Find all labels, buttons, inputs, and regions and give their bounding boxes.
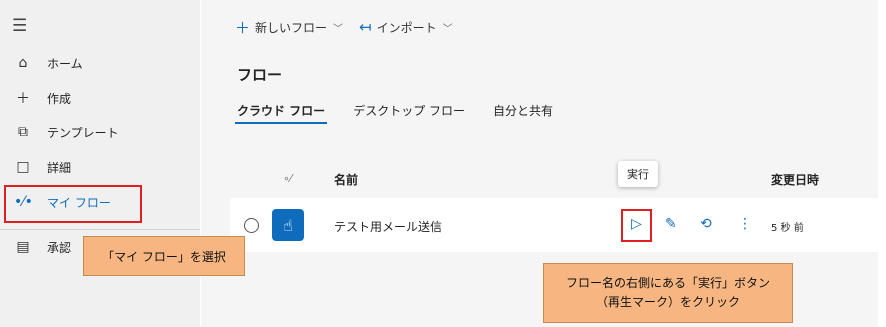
- more-options-icon[interactable]: ⋮: [738, 216, 752, 232]
- clipboard-icon: ▤: [16, 239, 30, 255]
- run-button-highlight-box: [621, 209, 652, 242]
- share-icon[interactable]: ⟲: [700, 216, 712, 232]
- sidebar-item-home[interactable]: ⌂ ホーム: [0, 46, 200, 80]
- sidebar-item-label: テンプレート: [47, 125, 119, 140]
- sidebar-item-label: 作成: [47, 91, 72, 106]
- tab-cloud-flows[interactable]: クラウド フロー: [235, 102, 328, 126]
- tab-shared-with-me[interactable]: 自分と共有: [491, 102, 555, 126]
- edit-icon[interactable]: ✎: [665, 216, 677, 232]
- modified-time: 5 秒 前: [771, 223, 804, 234]
- my-flows-highlight-box: [4, 185, 142, 223]
- row-select-radio[interactable]: [244, 218, 259, 233]
- book-icon: □: [16, 159, 30, 175]
- sidebar-item-create[interactable]: ＋ 作成: [0, 81, 200, 115]
- callout-text-line2: （再生マーク）をクリック: [595, 295, 740, 309]
- run-tooltip: 実行: [618, 161, 658, 187]
- column-header-name[interactable]: 名前: [334, 171, 358, 188]
- flow-name-link[interactable]: テスト用メール送信: [334, 218, 442, 235]
- page-title: フロー: [237, 66, 283, 84]
- table-row[interactable]: ☝ テスト用メール送信 ▷ ✎ ⟲ ⋮ 5 秒 前: [230, 198, 878, 252]
- callout-select-my-flows: 「マイ フロー」を選択: [83, 236, 245, 276]
- sidebar-item-label: ホーム: [47, 56, 83, 71]
- new-flow-label: 新しいフロー: [255, 20, 328, 35]
- manual-trigger-icon: ☝: [272, 209, 304, 241]
- sidebar-item-label: 承認: [47, 240, 72, 255]
- new-flow-button[interactable]: ＋ 新しいフロー ﹀: [235, 17, 343, 37]
- import-icon: ↤: [359, 18, 372, 36]
- template-icon: ⧉: [18, 124, 28, 140]
- plus-icon: ＋: [235, 18, 251, 37]
- home-icon: ⌂: [18, 55, 28, 71]
- sidebar-item-learn[interactable]: □ 詳細: [0, 150, 200, 184]
- command-bar: ＋ 新しいフロー ﹀ ↤ インポート ﹀: [201, 0, 878, 52]
- callout-click-run: フロー名の右側にある「実行」ボタン （再生マーク）をクリック: [543, 263, 793, 323]
- sidebar: ☰ ⌂ ホーム ＋ 作成 ⧉ テンプレート □ 詳細 •⁄• マイ フロー ▤ …: [0, 0, 200, 327]
- tab-list: クラウド フロー デスクトップ フロー 自分と共有: [235, 102, 579, 126]
- hamburger-menu-icon[interactable]: ☰: [12, 16, 27, 36]
- import-button[interactable]: ↤ インポート ﹀: [359, 17, 453, 37]
- chevron-down-icon: ﹀: [333, 23, 344, 35]
- plus-icon: ＋: [16, 91, 30, 107]
- import-label: インポート: [376, 20, 437, 35]
- tab-desktop-flows[interactable]: デスクトップ フロー: [351, 102, 467, 126]
- callout-text-line1: フロー名の右側にある「実行」ボタン: [565, 276, 770, 290]
- app-frame: ☰ ⌂ ホーム ＋ 作成 ⧉ テンプレート □ 詳細 •⁄• マイ フロー ▤ …: [0, 0, 878, 327]
- flow-type-column-icon: ∘⁄: [283, 172, 292, 185]
- sidebar-item-templates[interactable]: ⧉ テンプレート: [0, 115, 200, 149]
- callout-text: 「マイ フロー」を選択: [102, 249, 226, 264]
- chevron-down-icon: ﹀: [442, 23, 453, 35]
- sidebar-item-label: 詳細: [47, 160, 72, 175]
- column-header-modified[interactable]: 変更日時: [771, 171, 819, 188]
